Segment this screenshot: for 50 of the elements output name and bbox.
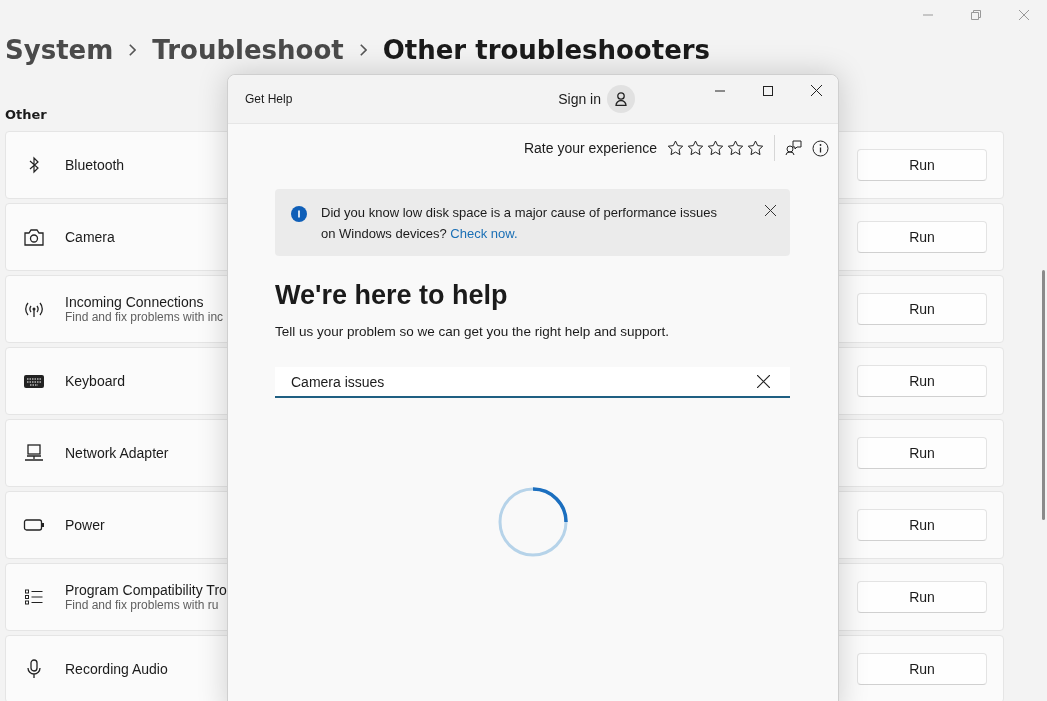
troubleshooter-description: Find and fix problems with ru [65, 598, 220, 612]
breadcrumb-item: Other troubleshooters [382, 35, 711, 65]
troubleshooter-name: Power [65, 517, 105, 533]
troubleshooter-name: Recording Audio [65, 661, 168, 677]
feedback-icon[interactable] [785, 140, 802, 156]
window-title: Get Help [245, 92, 293, 106]
run-button[interactable]: Run [857, 437, 987, 469]
camera-icon [22, 228, 46, 246]
close-icon[interactable] [765, 205, 776, 216]
run-button[interactable]: Run [857, 581, 987, 613]
run-button[interactable]: Run [857, 653, 987, 685]
subtitle: Tell us your problem so we can get you the right help and support. [275, 324, 670, 339]
banner-message: Did you know low disk space is a major cause of performance issues on Windows devices? Check now. [321, 204, 718, 243]
heading: We're here to help [275, 280, 509, 312]
troubleshooter-name: Network Adapter [65, 445, 169, 461]
breadcrumb-item[interactable]: System [5, 35, 114, 65]
search-input[interactable]: Camera issues [291, 373, 757, 390]
info-icon[interactable] [812, 139, 829, 157]
close-icon[interactable] [811, 85, 822, 96]
breadcrumb-item[interactable]: Troubleshoot [152, 35, 344, 65]
info-icon [291, 206, 307, 222]
list-icon [22, 589, 46, 605]
sign-in-button[interactable]: Sign in [558, 91, 601, 107]
run-button[interactable]: Run [857, 365, 987, 397]
avatar-icon[interactable] [607, 85, 635, 113]
antenna-icon [22, 300, 46, 318]
monitor-icon [22, 444, 46, 462]
search-field[interactable]: Camera issues [275, 367, 790, 398]
troubleshooter-name: Keyboard [65, 373, 125, 389]
troubleshooter-name: Incoming Connections [65, 294, 205, 310]
restore-icon[interactable] [971, 10, 981, 20]
chevron-icon [129, 44, 137, 56]
scrollbar[interactable] [1042, 270, 1045, 520]
maximize-icon[interactable] [763, 85, 773, 96]
chevron-icon [359, 44, 367, 56]
run-button[interactable]: Run [857, 293, 987, 325]
troubleshooter-name: Camera [65, 229, 115, 245]
clear-icon[interactable] [757, 375, 770, 388]
troubleshooter-name: Program Compatibility Tro [65, 582, 227, 598]
battery-icon [22, 519, 46, 531]
keyboard-icon [22, 374, 46, 388]
troubleshooter-description: Find and fix problems with inc [65, 310, 224, 324]
run-button[interactable]: Run [857, 221, 987, 253]
run-button[interactable]: Run [857, 509, 987, 541]
rating-label: Rate your experience [523, 140, 657, 156]
check-now-link[interactable]: Check now. [450, 226, 518, 241]
troubleshooter-name: Bluetooth [65, 157, 125, 173]
section-heading: Other [5, 107, 47, 124]
run-button[interactable]: Run [857, 149, 987, 181]
star-rating[interactable] [667, 140, 764, 156]
